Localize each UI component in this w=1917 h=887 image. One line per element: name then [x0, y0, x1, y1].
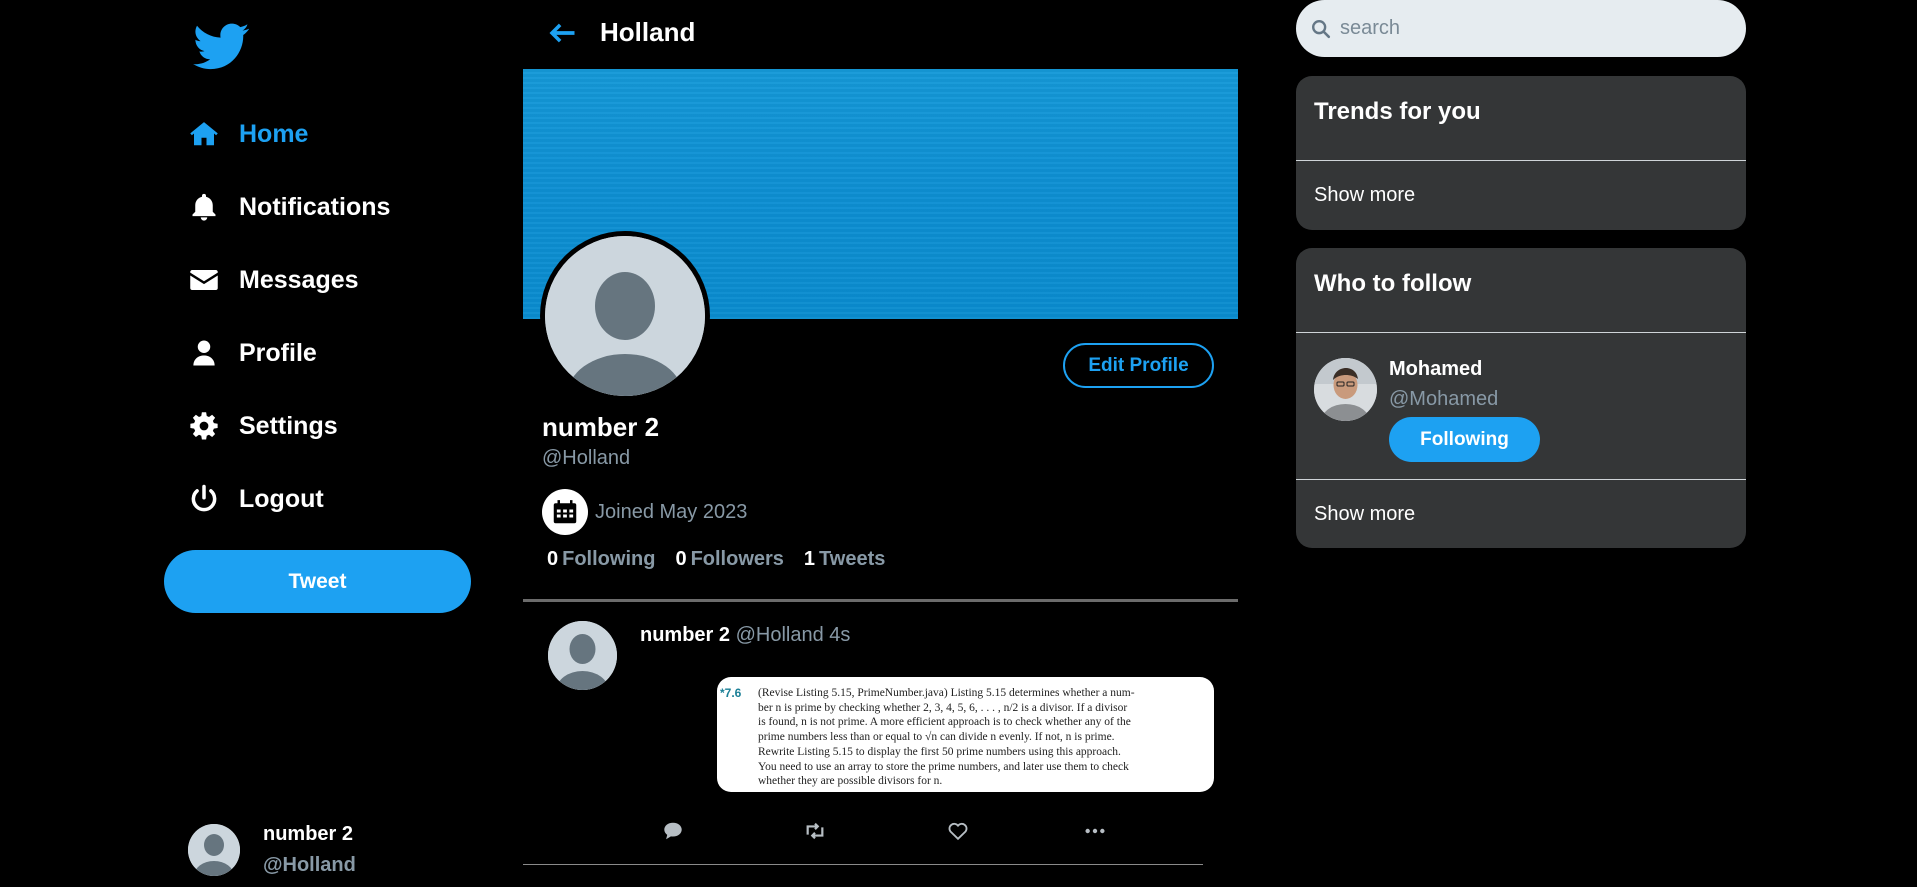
- nav-settings-label: Settings: [239, 411, 338, 440]
- nav-messages[interactable]: Messages: [188, 264, 359, 296]
- tweets-count: 1: [803, 548, 816, 570]
- tweet-button[interactable]: Tweet: [164, 550, 471, 613]
- envelope-icon: [188, 264, 220, 296]
- account-handle: @Holland: [263, 854, 356, 876]
- avatar[interactable]: [1314, 358, 1377, 421]
- exercise-text: (Revise Listing 5.15, PrimeNumber.java) …: [758, 686, 1158, 789]
- tweets-stat[interactable]: 1 Tweets: [804, 548, 885, 571]
- tweet-image[interactable]: *7.6 (Revise Listing 5.15, PrimeNumber.j…: [717, 677, 1214, 792]
- tweet-header: number 2 @Holland 4s: [640, 624, 850, 647]
- followers-label: Followers: [690, 548, 784, 570]
- exercise-number: *7.6: [720, 686, 742, 700]
- nav-settings[interactable]: Settings: [188, 410, 338, 442]
- exercise-line: ber n is prime by checking whether 2, 3,…: [758, 701, 1128, 714]
- nav-logout[interactable]: Logout: [188, 483, 324, 515]
- tweet-actions: [523, 816, 1238, 846]
- who-to-follow-panel: Who to follow Mohamed @Mohamed Following…: [1296, 248, 1746, 548]
- home-icon: [188, 118, 220, 150]
- joined-date: Joined May 2023: [542, 489, 747, 535]
- search-input[interactable]: [1340, 17, 1720, 40]
- profile-stats: 0 Following 0 Followers 1 Tweets: [547, 548, 905, 571]
- gear-icon: [188, 410, 220, 442]
- trends-title: Trends for you: [1296, 76, 1746, 161]
- trends-show-more[interactable]: Show more: [1296, 161, 1746, 229]
- calendar-icon: [542, 489, 588, 535]
- following-count: 0: [547, 548, 559, 570]
- tweets-label: Tweets: [819, 548, 886, 570]
- who-to-follow-title: Who to follow: [1296, 248, 1746, 333]
- twitter-bird-icon[interactable]: [190, 18, 254, 74]
- more-icon[interactable]: [1080, 816, 1110, 846]
- nav-profile-label: Profile: [239, 338, 317, 367]
- suggested-user-handle: @Mohamed: [1389, 388, 1499, 410]
- profile-name: number 2: [542, 412, 660, 442]
- avatar: [188, 824, 240, 876]
- search-bar[interactable]: [1296, 0, 1746, 57]
- heart-icon[interactable]: [943, 816, 973, 846]
- exercise-line: prime numbers less than or equal to √n c…: [758, 731, 1115, 744]
- who-to-follow-show-more[interactable]: Show more: [1296, 480, 1746, 548]
- joined-text: Joined May 2023: [595, 500, 748, 523]
- exercise-line: whether they are possible divisors for n…: [758, 775, 943, 788]
- divider: [523, 599, 1238, 602]
- profile-avatar[interactable]: [540, 231, 710, 401]
- nav-profile[interactable]: Profile: [188, 337, 317, 369]
- profile-header: Holland: [523, 0, 1238, 66]
- nav-messages-label: Messages: [239, 265, 359, 294]
- following-stat[interactable]: 0 Following: [547, 548, 655, 571]
- edit-profile-button[interactable]: Edit Profile: [1063, 343, 1214, 388]
- exercise-line: is found, n is not prime. A more efficie…: [758, 716, 1131, 729]
- profile-main: Holland Edit Profile number 2 @Holland J…: [523, 0, 1238, 887]
- suggested-user-name[interactable]: Mohamed: [1389, 358, 1482, 381]
- tweet-author-name: number 2: [640, 624, 731, 646]
- exercise-line: (Revise Listing 5.15, PrimeNumber.java) …: [758, 687, 1135, 699]
- exercise-line: You need to use an array to store the pr…: [758, 760, 1129, 773]
- arrow-left-icon[interactable]: [547, 18, 577, 48]
- retweet-icon[interactable]: [800, 816, 830, 846]
- following-button[interactable]: Following: [1389, 417, 1540, 462]
- nav-logout-label: Logout: [239, 484, 324, 513]
- exercise-line: Rewrite Listing 5.15 to display the firs…: [758, 745, 1121, 758]
- power-icon: [188, 483, 220, 515]
- trends-panel: Trends for you Show more: [1296, 76, 1746, 230]
- nav-notifications[interactable]: Notifications: [188, 191, 390, 223]
- bell-icon: [188, 191, 220, 223]
- following-label: Following: [562, 548, 656, 570]
- follow-suggestion: Mohamed @Mohamed Following: [1296, 333, 1746, 480]
- tweet-meta: @Holland 4s: [735, 624, 851, 646]
- account-name: number 2: [263, 823, 354, 845]
- tweet-avatar[interactable]: [548, 621, 617, 690]
- search-icon: [1310, 18, 1332, 40]
- nav-home-label: Home: [239, 119, 309, 148]
- profile-handle: @Holland: [542, 447, 631, 469]
- user-icon: [188, 337, 220, 369]
- account-switcher[interactable]: number 2 @Holland: [188, 823, 356, 877]
- nav-home[interactable]: Home: [188, 118, 308, 150]
- comment-icon[interactable]: [658, 816, 688, 846]
- nav-notifications-label: Notifications: [239, 192, 391, 221]
- followers-stat[interactable]: 0 Followers: [675, 548, 783, 571]
- page-title: Holland: [600, 17, 696, 47]
- divider: [523, 864, 1203, 865]
- followers-count: 0: [675, 548, 687, 570]
